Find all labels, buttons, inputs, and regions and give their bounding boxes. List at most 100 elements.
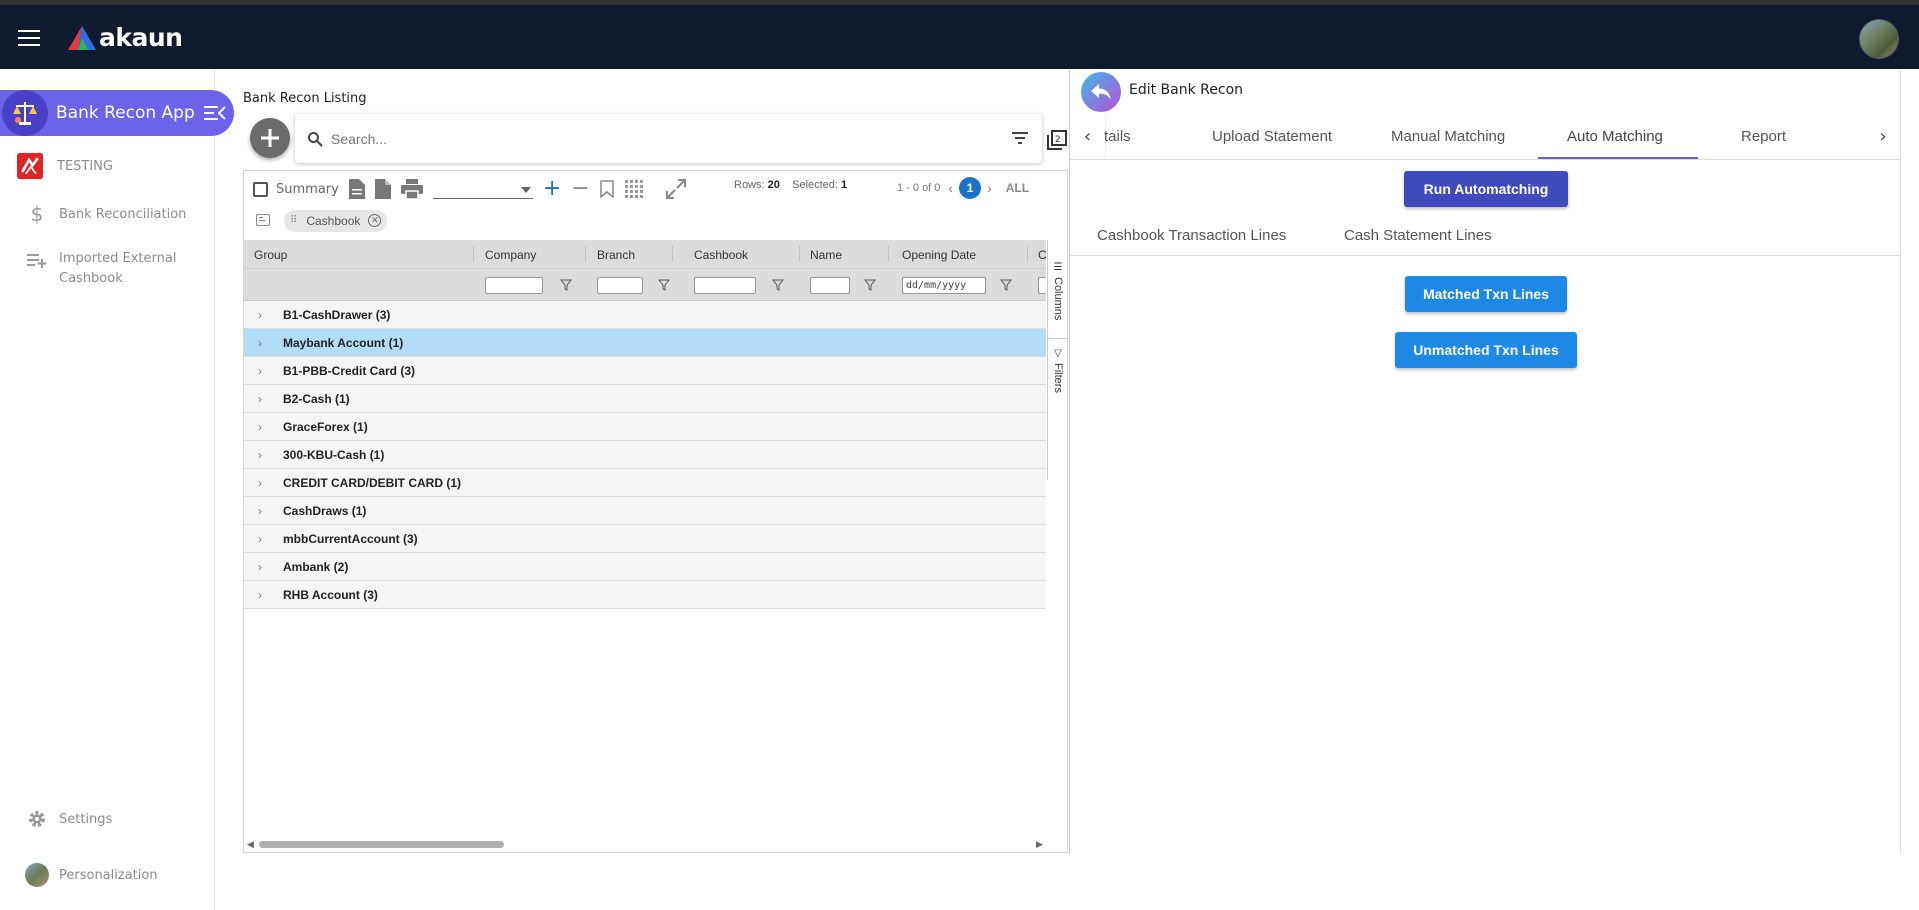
run-automatching-button[interactable]: Run Automatching	[1404, 171, 1568, 207]
summary-checkbox[interactable]	[253, 181, 268, 197]
horizontal-scrollbar[interactable]: ◀ ▶	[244, 837, 1067, 851]
sidebar-item-bank-reconciliation[interactable]: $ Bank Reconciliation	[0, 202, 215, 226]
expand-chevron-icon[interactable]: ›	[258, 476, 272, 490]
tabs-scroll-left-icon[interactable]: ‹	[1070, 114, 1106, 159]
scroll-right-icon[interactable]: ▶	[1036, 840, 1043, 850]
column-header-opening-date[interactable]: Opening Date	[902, 248, 976, 262]
remove-chip-icon[interactable]: ✕	[368, 214, 382, 227]
group-row[interactable]: › Ambank (2)	[244, 553, 1046, 581]
expand-chevron-icon[interactable]: ›	[258, 504, 272, 518]
print-icon[interactable]	[400, 179, 423, 199]
cashbook-filter-input[interactable]	[694, 277, 756, 294]
tab-details[interactable]: tails	[1104, 128, 1131, 145]
expand-chevron-icon[interactable]: ›	[258, 308, 272, 322]
sidebar-item-personalization[interactable]: Personalization	[0, 863, 215, 887]
tab-manual-matching[interactable]: Manual Matching	[1391, 128, 1505, 145]
hamburger-menu-icon[interactable]	[18, 30, 40, 46]
column-header-cashbook[interactable]: Cashbook	[694, 248, 748, 262]
tab-cash-statement-lines[interactable]: Cash Statement Lines	[1344, 227, 1492, 244]
grid-dots-icon[interactable]	[624, 179, 644, 199]
expand-all-plus-icon[interactable]: +	[543, 178, 561, 200]
expand-chevron-icon[interactable]: ›	[258, 532, 272, 546]
library-copy-icon[interactable]: 2	[1046, 129, 1068, 155]
column-header-company[interactable]: Company	[485, 248, 536, 262]
tab-auto-matching[interactable]: Auto Matching	[1567, 128, 1663, 145]
expand-chevron-icon[interactable]: ›	[258, 448, 272, 462]
sidebar-item-settings[interactable]: Settings	[0, 809, 215, 829]
akaun-logo[interactable]: akaun	[68, 23, 183, 52]
tab-upload-statement[interactable]: Upload Statement	[1212, 128, 1332, 145]
group-chip-label: Cashbook	[306, 213, 361, 228]
branch-filter-input[interactable]	[597, 277, 643, 294]
group-chip-cashbook[interactable]: ⠿ Cashbook ✕	[284, 209, 388, 232]
drag-handle-icon[interactable]: ⠿	[290, 215, 298, 226]
group-row[interactable]: › Maybank Account (1)	[244, 329, 1046, 357]
group-row[interactable]: › GraceForex (1)	[244, 413, 1046, 441]
column-header-group[interactable]: Group	[254, 248, 287, 262]
sidebar-item-testing[interactable]: TESTING	[0, 151, 215, 181]
search-input[interactable]	[331, 130, 971, 147]
tab-cashbook-transaction-lines[interactable]: Cashbook Transaction Lines	[1097, 227, 1286, 244]
filters-tool-tab[interactable]: ▽ Filters	[1048, 348, 1068, 408]
expand-chevron-icon[interactable]: ›	[258, 392, 272, 406]
filter-funnel-icon[interactable]	[1000, 279, 1012, 291]
group-row-label: 300-KBU-Cash (1)	[283, 447, 385, 462]
expand-chevron-icon[interactable]: ›	[258, 336, 272, 350]
matched-txn-lines-button[interactable]: Matched Txn Lines	[1405, 276, 1567, 312]
unmatched-txn-lines-button[interactable]: Unmatched Txn Lines	[1395, 332, 1577, 368]
filter-list-icon[interactable]	[1012, 132, 1028, 144]
columns-tool-tab[interactable]: ☰ Columns	[1048, 262, 1068, 332]
name-filter-input[interactable]	[810, 277, 850, 294]
scroll-left-icon[interactable]: ◀	[247, 840, 254, 850]
sidebar-item-label: Imported External Cashbook	[59, 251, 177, 286]
group-row[interactable]: › B1-PBB-Credit Card (3)	[244, 357, 1046, 385]
group-row[interactable]: › mbbCurrentAccount (3)	[244, 525, 1046, 553]
fullscreen-expand-icon[interactable]	[665, 179, 686, 199]
file-icon[interactable]	[374, 179, 391, 199]
add-button[interactable]	[250, 118, 290, 158]
group-row[interactable]: › 300-KBU-Cash (1)	[244, 441, 1046, 469]
filter-funnel-icon[interactable]	[772, 279, 784, 291]
user-avatar[interactable]	[1859, 19, 1899, 59]
search-bar	[295, 114, 1042, 163]
applet-header[interactable]: Bank Recon Applet	[0, 90, 234, 136]
group-row[interactable]: › CREDIT CARD/DEBIT CARD (1)	[244, 469, 1046, 497]
tab-report[interactable]: Report	[1741, 128, 1786, 145]
group-row[interactable]: › B2-Cash (1)	[244, 385, 1046, 413]
edit-panel: Edit Bank Recon ‹ tails Upload Statement…	[1069, 70, 1901, 854]
filter-funnel-icon[interactable]	[658, 279, 670, 291]
opening-date-filter-input[interactable]: dd/mm/yyyy	[902, 277, 986, 294]
tabs-scroll-right-icon[interactable]: ›	[1865, 114, 1901, 159]
grid-header-row: Group Company Branch Cashbook Name Openi…	[244, 240, 1047, 269]
bank-recon-scale-icon	[2, 90, 48, 136]
column-header-branch[interactable]: Branch	[597, 248, 635, 262]
filter-funnel-icon[interactable]	[560, 279, 572, 291]
back-button[interactable]	[1081, 72, 1121, 112]
group-row[interactable]: › RHB Account (3)	[244, 581, 1046, 609]
bookmark-icon[interactable]	[599, 180, 614, 198]
column-header-name[interactable]: Name	[810, 248, 842, 262]
column-header-overflow[interactable]: C	[1038, 248, 1047, 262]
next-page-icon[interactable]: ›	[987, 180, 992, 196]
dollar-icon: $	[30, 202, 44, 226]
expand-chevron-icon[interactable]: ›	[258, 560, 272, 574]
collapse-sidebar-icon[interactable]	[204, 103, 226, 123]
company-filter-input[interactable]	[485, 277, 543, 294]
overflow-filter-input[interactable]	[1038, 277, 1046, 294]
expand-chevron-icon[interactable]: ›	[258, 420, 272, 434]
prev-page-icon[interactable]: ‹	[948, 180, 953, 196]
expand-chevron-icon[interactable]: ›	[258, 364, 272, 378]
sidebar-item-imported-external-cashbook[interactable]: Imported External Cashbook	[0, 249, 215, 289]
group-row[interactable]: › B1-CashDrawer (3)	[244, 301, 1046, 329]
view-select[interactable]	[432, 179, 533, 199]
group-row[interactable]: › CashDraws (1)	[244, 497, 1046, 525]
expand-chevron-icon[interactable]: ›	[258, 588, 272, 602]
document-icon[interactable]	[348, 179, 365, 199]
scrollbar-thumb[interactable]	[259, 841, 504, 848]
sidebar-item-label: Settings	[59, 811, 113, 827]
filter-funnel-icon[interactable]	[864, 279, 876, 291]
current-page-button[interactable]: 1	[959, 177, 982, 199]
show-all-button[interactable]: ALL	[1006, 181, 1029, 195]
summary-label: Summary	[276, 181, 339, 197]
collapse-all-minus-icon[interactable]: −	[571, 178, 589, 200]
